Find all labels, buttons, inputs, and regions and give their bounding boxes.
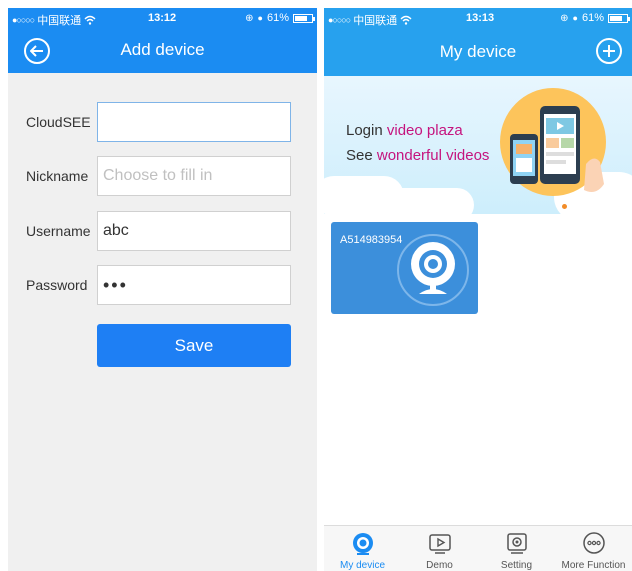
- tab-setting[interactable]: Setting: [478, 526, 555, 571]
- password-input[interactable]: [97, 265, 291, 305]
- nav-bar: Add device: [8, 28, 317, 73]
- tab-demo[interactable]: Demo: [401, 526, 478, 571]
- battery-percent: 61%: [266, 12, 289, 24]
- battery-icon: [608, 13, 630, 23]
- nickname-input[interactable]: [97, 156, 291, 196]
- banner-highlight: wonderful videos: [376, 147, 490, 164]
- tab-label: My device: [339, 560, 385, 571]
- password-row: Password: [8, 265, 317, 305]
- username-label: Username: [26, 223, 91, 239]
- device-name: A514983954: [340, 234, 403, 246]
- banner-text: See: [346, 147, 377, 164]
- add-device-screen: ●○○○○ 中国联通 13:12 ⊕ ● 61% Add device Clou…: [8, 8, 317, 571]
- nav-bar: My device: [324, 28, 632, 76]
- phones-illustration: [510, 106, 604, 192]
- banner-text: Login: [346, 122, 387, 139]
- status-left: ●○○○○ 中国联通: [328, 12, 412, 28]
- banner-highlight: video plaza: [386, 122, 463, 139]
- cloud-decoration: [364, 188, 474, 214]
- status-time: 13:13: [466, 12, 495, 24]
- tab-my-device[interactable]: My device: [324, 526, 401, 571]
- cloudsee-row: CloudSEE: [8, 102, 317, 142]
- rotation-lock-icon: ⊕: [245, 12, 254, 24]
- webcam-icon: [352, 533, 373, 555]
- my-device-screen: ●○○○○ 中国联通 13:13 ⊕ ● 61% My device Login…: [324, 8, 632, 571]
- banner-line-1: Login video plaza: [346, 122, 463, 139]
- tab-label: Demo: [426, 560, 453, 571]
- signal-icon: ●○○○○: [12, 15, 35, 25]
- tab-bar: My device Demo Setting More Function: [324, 525, 632, 571]
- wifi-icon: [84, 15, 96, 25]
- screenshot-root: ●○○○○ 中国联通 13:12 ⊕ ● 61% Add device Clou…: [0, 0, 632, 571]
- add-device-button[interactable]: [596, 38, 622, 64]
- password-label: Password: [26, 277, 88, 293]
- nickname-row: Nickname: [8, 156, 317, 196]
- username-row: Username: [8, 211, 317, 251]
- status-left: ●○○○○ 中国联通: [12, 12, 96, 28]
- status-right: ⊕ ● 61%: [245, 12, 315, 24]
- page-title: My device: [439, 42, 517, 61]
- device-card[interactable]: A514983954: [331, 222, 478, 314]
- webcam-icon: [397, 234, 469, 306]
- alarm-icon: ●: [572, 13, 578, 23]
- battery-percent: 61%: [581, 12, 604, 24]
- status-right: ⊕ ● 61%: [560, 12, 630, 24]
- play-screen-icon: [428, 534, 451, 554]
- username-input[interactable]: [97, 211, 291, 251]
- tab-label: Setting: [500, 560, 533, 571]
- gear-icon: [506, 533, 527, 554]
- wifi-icon: [400, 15, 412, 25]
- status-time: 13:12: [148, 12, 177, 24]
- tab-label: More Function: [561, 560, 626, 571]
- battery-icon: [293, 13, 315, 23]
- nickname-label: Nickname: [26, 168, 89, 184]
- save-button[interactable]: Save: [97, 324, 291, 367]
- carrier-label: 中国联通: [37, 15, 82, 27]
- cloudsee-label: CloudSEE: [26, 114, 91, 130]
- promo-banner[interactable]: Login video plaza See wonderful videos: [324, 76, 632, 214]
- carrier-label: 中国联通: [353, 15, 398, 27]
- tab-more-function[interactable]: More Function: [555, 526, 632, 571]
- alarm-icon: ●: [257, 13, 263, 23]
- status-bar: ●○○○○ 中国联通 13:13 ⊕ ● 61%: [324, 8, 632, 28]
- banner-line-2: See wonderful videos: [346, 147, 489, 164]
- page-title: Add device: [120, 40, 205, 59]
- more-icon: [582, 532, 605, 554]
- status-bar: ●○○○○ 中国联通 13:12 ⊕ ● 61%: [8, 8, 317, 28]
- signal-icon: ●○○○○: [328, 15, 351, 25]
- cloudsee-input[interactable]: [97, 102, 291, 142]
- pager-dot: [574, 204, 579, 209]
- pager-dot-active: [562, 204, 567, 209]
- rotation-lock-icon: ⊕: [560, 12, 569, 24]
